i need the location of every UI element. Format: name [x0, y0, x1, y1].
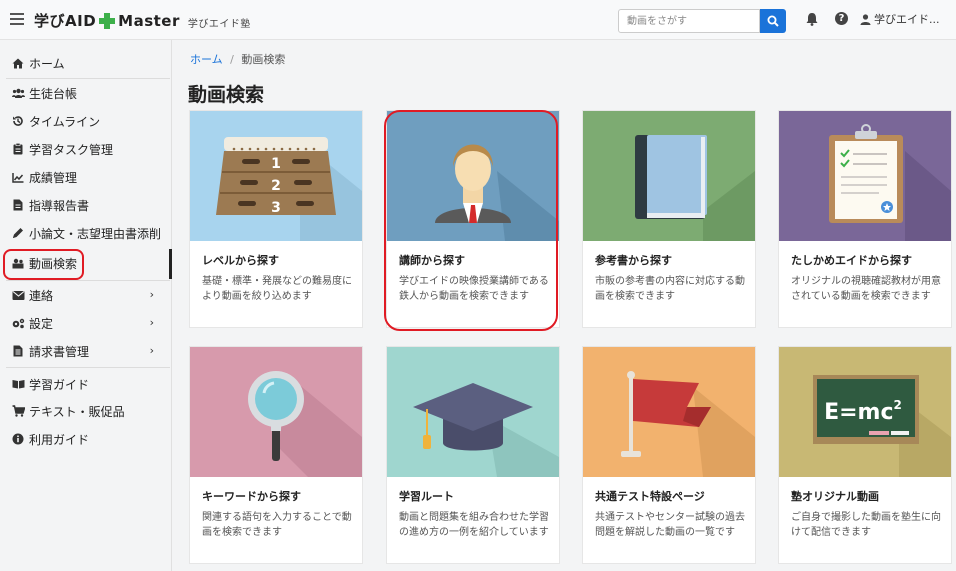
- file-icon: [11, 199, 25, 211]
- card-keyword-search[interactable]: キーワードから探す 関連する語句を入力することで動画を検索できます: [189, 346, 363, 564]
- card-description: 市販の参考書の内容に対応する動画を検索できます: [595, 276, 745, 302]
- card-description: ご自身で撮影した動画を塾生に向けて配信できます: [791, 512, 941, 538]
- card-description: 基礎・標準・発展などの難易度により動画を絞り込めます: [202, 276, 352, 302]
- app-logo[interactable]: 学びAID Master 学びエイド塾: [34, 10, 251, 31]
- step-number: 1: [271, 156, 281, 172]
- user-menu[interactable]: 学びエイド...: [860, 11, 940, 27]
- breadcrumb-home-link[interactable]: ホーム: [190, 53, 223, 66]
- sidebar-item-tasks[interactable]: 学習タスク管理: [0, 136, 172, 162]
- sidebar-item-students[interactable]: 生徒台帳: [0, 80, 172, 106]
- home-icon: [11, 57, 25, 69]
- info-icon: [11, 433, 25, 445]
- card-thumbnail: [387, 347, 559, 477]
- history-icon: [11, 115, 25, 127]
- cart-icon: [11, 405, 25, 417]
- highlight-outline: [3, 249, 84, 280]
- search-input[interactable]: [618, 9, 760, 33]
- sidebar-item-essay[interactable]: 小論文・志望理由書添削: [0, 220, 172, 246]
- page-title: 動画検索: [188, 84, 265, 106]
- card-description: 関連する語句を入力することで動画を検索できます: [202, 512, 352, 538]
- mail-icon: [11, 289, 25, 301]
- card-level-search[interactable]: 1 2 3 レベルから探す 基礎・標準・発展などの難易度により動画を絞り込めます: [189, 110, 363, 328]
- bell-icon[interactable]: [806, 12, 818, 26]
- breadcrumb-current: 動画検索: [241, 53, 286, 66]
- flag-illustration: [583, 347, 755, 477]
- card-common-test[interactable]: 共通テスト特設ページ 共通テストやセンター試験の過去問題を解説した動画の一覧です: [582, 346, 756, 564]
- sidebar-item-contact[interactable]: 連絡 ›: [0, 282, 172, 308]
- card-title: 学習ルート: [399, 490, 454, 503]
- card-title: 共通テスト特設ページ: [595, 490, 705, 503]
- user-icon: [860, 13, 871, 25]
- card-thumbnail: [190, 347, 362, 477]
- card-description: 共通テストやセンター試験の過去問題を解説した動画の一覧です: [595, 512, 745, 538]
- card-title: 塾オリジナル動画: [791, 490, 879, 503]
- chevron-right-icon: ›: [149, 316, 154, 329]
- card-title: たしかめエイドから探す: [791, 254, 912, 267]
- sidebar-item-home[interactable]: ホーム: [0, 50, 172, 76]
- sidebar-item-settings[interactable]: 設定 ›: [0, 310, 172, 336]
- card-thumbnail: E=mc2: [779, 347, 951, 477]
- settings-icon: [11, 317, 25, 329]
- card-thumbnail: 1 2 3: [190, 111, 362, 241]
- card-thumbnail: [583, 111, 755, 241]
- chevron-right-icon: ›: [149, 288, 154, 301]
- graduation-cap-illustration: [387, 347, 559, 477]
- card-tashikame-search[interactable]: たしかめエイドから探す オリジナルの視聴確認教材が用意されている動画を検索できま…: [778, 110, 952, 328]
- book-icon: [11, 378, 25, 390]
- card-thumbnail: [779, 111, 951, 241]
- chart-icon: [11, 171, 25, 183]
- sidebar-item-usage-guide[interactable]: 利用ガイド: [0, 426, 172, 452]
- highlight-outline: [384, 110, 558, 331]
- card-thumbnail: [583, 347, 755, 477]
- step-number: 2: [271, 178, 281, 194]
- checklist-illustration: [779, 111, 951, 241]
- school-name: 学びエイド塾: [187, 19, 251, 30]
- plus-cross-icon: [99, 12, 116, 29]
- breadcrumb: ホーム / 動画検索: [190, 53, 286, 66]
- card-reference-book-search[interactable]: 参考書から探す 市販の参考書の内容に対応する動画を検索できます: [582, 110, 756, 328]
- card-description: 動画と問題集を組み合わせた学習の進め方の一例を紹介しています: [399, 512, 549, 538]
- card-title: キーワードから探す: [202, 490, 301, 503]
- chevron-right-icon: ›: [149, 344, 154, 357]
- card-title: レベルから探す: [202, 254, 279, 267]
- search-icon: [767, 15, 779, 27]
- book-illustration: [583, 111, 755, 241]
- formula-text: E=mc2: [824, 398, 902, 425]
- users-icon: [11, 87, 25, 99]
- sidebar-item-timeline[interactable]: タイムライン: [0, 108, 172, 134]
- sidebar-item-study-guide[interactable]: 学習ガイド: [0, 371, 172, 397]
- sidebar-item-grades[interactable]: 成績管理: [0, 164, 172, 190]
- pen-icon: [11, 227, 25, 239]
- sidebar-item-reports[interactable]: 指導報告書: [0, 192, 172, 218]
- sidebar: ホーム 生徒台帳 タイムライン 学習タスク管理 成績管理 指導報告書 小論文・志…: [0, 40, 172, 571]
- search-button[interactable]: [760, 9, 786, 33]
- sidebar-item-texts[interactable]: テキスト・販促品: [0, 398, 172, 424]
- menu-icon[interactable]: [10, 13, 24, 25]
- card-title: 参考書から探す: [595, 254, 672, 267]
- card-study-route[interactable]: 学習ルート 動画と問題集を組み合わせた学習の進め方の一例を紹介しています: [386, 346, 560, 564]
- sidebar-item-invoices[interactable]: 請求書管理 ›: [0, 338, 172, 364]
- step-number: 3: [271, 200, 281, 216]
- card-original-video[interactable]: E=mc2 塾オリジナル動画 ご自身で撮影した動画を塾生に向けて配信できます: [778, 346, 952, 564]
- magnifier-illustration: [190, 347, 362, 477]
- invoice-icon: [11, 345, 25, 357]
- card-description: オリジナルの視聴確認教材が用意されている動画を検索できます: [791, 276, 941, 302]
- clipboard-icon: [11, 143, 25, 155]
- active-indicator: [169, 249, 172, 279]
- vaulting-box-illustration: 1 2 3: [190, 111, 362, 241]
- chalkboard-illustration: E=mc2: [779, 347, 951, 477]
- help-icon[interactable]: ?: [835, 12, 848, 25]
- top-header: 学びAID Master 学びエイド塾 ? 学びエイド...: [0, 0, 956, 40]
